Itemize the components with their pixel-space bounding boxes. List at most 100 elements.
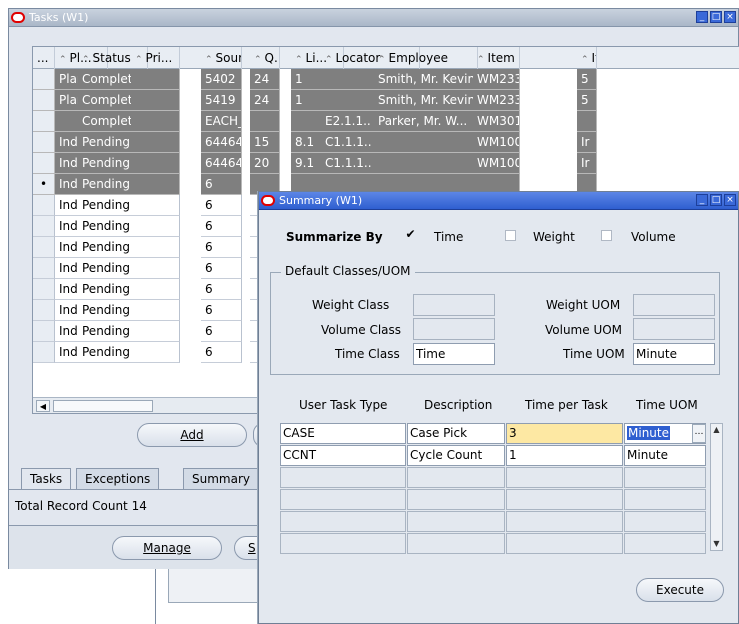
- task-uom-field[interactable]: Minute: [624, 445, 706, 466]
- cell-qty[interactable]: 20: [250, 153, 280, 174]
- row-selector[interactable]: [33, 321, 55, 342]
- row-selector[interactable]: [33, 300, 55, 321]
- list-of-values-icon[interactable]: …: [692, 424, 706, 443]
- row-selector[interactable]: [33, 279, 55, 300]
- cell-employee[interactable]: Smith, Mr. Kevin: [374, 90, 478, 111]
- minimize-icon[interactable]: _: [696, 11, 708, 23]
- volume-class-field[interactable]: [413, 318, 495, 340]
- cell-source[interactable]: 6: [201, 195, 242, 216]
- cell-source[interactable]: EACH_C...: [201, 111, 242, 132]
- cell-extra[interactable]: [577, 111, 597, 132]
- time-class-field[interactable]: Time: [413, 343, 495, 365]
- scroll-left-icon[interactable]: ◀: [36, 400, 50, 412]
- column-header[interactable]: ⌃ Employee: [374, 47, 478, 69]
- task-type-field[interactable]: CCNT: [280, 445, 406, 466]
- cell-item[interactable]: WM301: [473, 111, 520, 132]
- cell-source[interactable]: 6: [201, 321, 242, 342]
- empty-cell[interactable]: [624, 467, 706, 488]
- cell-extra[interactable]: 5: [577, 69, 597, 90]
- table-row[interactable]: Indep...Pending64464158.1C1.1.1..WM100Ir: [33, 132, 739, 153]
- cell-employee[interactable]: Smith, Mr. Kevin: [374, 69, 478, 90]
- cell-item[interactable]: WM100: [473, 153, 520, 174]
- row-selector[interactable]: •: [33, 174, 55, 195]
- cell-source[interactable]: 6: [201, 237, 242, 258]
- scroll-down-icon[interactable]: ▼: [712, 539, 721, 549]
- add-button[interactable]: Add: [137, 423, 247, 447]
- time-checkbox[interactable]: ✔: [405, 228, 416, 240]
- volume-uom-field[interactable]: [633, 318, 715, 340]
- empty-cell[interactable]: [624, 533, 706, 554]
- close-icon[interactable]: ×: [724, 194, 736, 206]
- empty-cell[interactable]: [280, 489, 406, 510]
- cell-extra[interactable]: Ir: [577, 132, 597, 153]
- empty-cell[interactable]: [506, 467, 623, 488]
- table-row[interactable]: Plann...Completed5402241Smith, Mr. Kevin…: [33, 69, 739, 90]
- row-selector[interactable]: [33, 111, 55, 132]
- cell-employee[interactable]: [374, 153, 478, 174]
- cell-priority[interactable]: [131, 69, 180, 90]
- weight-class-field[interactable]: [413, 294, 495, 316]
- empty-cell[interactable]: [280, 467, 406, 488]
- cell-employee[interactable]: [374, 132, 478, 153]
- empty-cell[interactable]: [407, 511, 505, 532]
- cell-item[interactable]: WM233: [473, 69, 520, 90]
- weight-checkbox[interactable]: [505, 230, 516, 241]
- task-description-field[interactable]: Case Pick: [407, 423, 505, 444]
- cell-qty[interactable]: [250, 111, 280, 132]
- vertical-scrollbar[interactable]: ▲ ▼: [710, 423, 723, 551]
- cell-source[interactable]: 5419: [201, 90, 242, 111]
- column-header[interactable]: ⌃Sourc...: [201, 47, 242, 69]
- cell-source[interactable]: 6: [201, 174, 242, 195]
- empty-cell[interactable]: [407, 489, 505, 510]
- scroll-up-icon[interactable]: ▲: [712, 425, 721, 435]
- cell-priority[interactable]: [131, 132, 180, 153]
- empty-cell[interactable]: [407, 533, 505, 554]
- cell-priority[interactable]: [131, 153, 180, 174]
- time-uom-field[interactable]: Minute: [633, 343, 715, 365]
- empty-cell[interactable]: [280, 511, 406, 532]
- column-header[interactable]: ⌃It: [577, 47, 597, 69]
- cell-priority[interactable]: [131, 195, 180, 216]
- column-header[interactable]: ⌃ Item: [473, 47, 520, 69]
- summary-titlebar[interactable]: Summary (W1) _ □ ×: [259, 192, 738, 210]
- cell-source[interactable]: 64464: [201, 153, 242, 174]
- empty-cell[interactable]: [407, 467, 505, 488]
- row-selector[interactable]: [33, 153, 55, 174]
- tab-exceptions[interactable]: Exceptions: [76, 468, 160, 489]
- empty-cell[interactable]: [506, 533, 623, 554]
- cell-source[interactable]: 6: [201, 342, 242, 363]
- row-selector[interactable]: [33, 342, 55, 363]
- close-icon[interactable]: ×: [724, 11, 736, 23]
- cell-source[interactable]: 5402: [201, 69, 242, 90]
- task-type-field[interactable]: CASE: [280, 423, 406, 444]
- task-description-field[interactable]: Cycle Count: [407, 445, 505, 466]
- table-row[interactable]: CompletedEACH_C...E2.1.1..Parker, Mr. W.…: [33, 111, 739, 132]
- scroll-thumb[interactable]: [53, 400, 153, 412]
- row-selector[interactable]: [33, 132, 55, 153]
- cell-priority[interactable]: [131, 342, 180, 363]
- cell-priority[interactable]: [131, 279, 180, 300]
- execute-button[interactable]: Execute: [636, 578, 724, 602]
- cell-qty[interactable]: 24: [250, 90, 280, 111]
- cell-qty[interactable]: 24: [250, 69, 280, 90]
- row-selector[interactable]: [33, 237, 55, 258]
- cell-priority[interactable]: [131, 216, 180, 237]
- cell-priority[interactable]: [131, 258, 180, 279]
- column-header[interactable]: ⌃ Pri...: [131, 47, 180, 69]
- cell-source[interactable]: 64464: [201, 132, 242, 153]
- tab-summary[interactable]: Summary: [183, 468, 259, 489]
- cell-extra[interactable]: Ir: [577, 153, 597, 174]
- column-header[interactable]: ⌃Q...: [250, 47, 280, 69]
- cell-priority[interactable]: [131, 300, 180, 321]
- empty-cell[interactable]: [506, 489, 623, 510]
- empty-cell[interactable]: [624, 489, 706, 510]
- cell-priority[interactable]: [131, 321, 180, 342]
- row-selector[interactable]: [33, 216, 55, 237]
- empty-cell[interactable]: [624, 511, 706, 532]
- row-selector[interactable]: [33, 69, 55, 90]
- volume-checkbox[interactable]: [601, 230, 612, 241]
- cell-source[interactable]: 6: [201, 279, 242, 300]
- cell-priority[interactable]: [131, 237, 180, 258]
- empty-cell[interactable]: [280, 533, 406, 554]
- row-selector[interactable]: [33, 258, 55, 279]
